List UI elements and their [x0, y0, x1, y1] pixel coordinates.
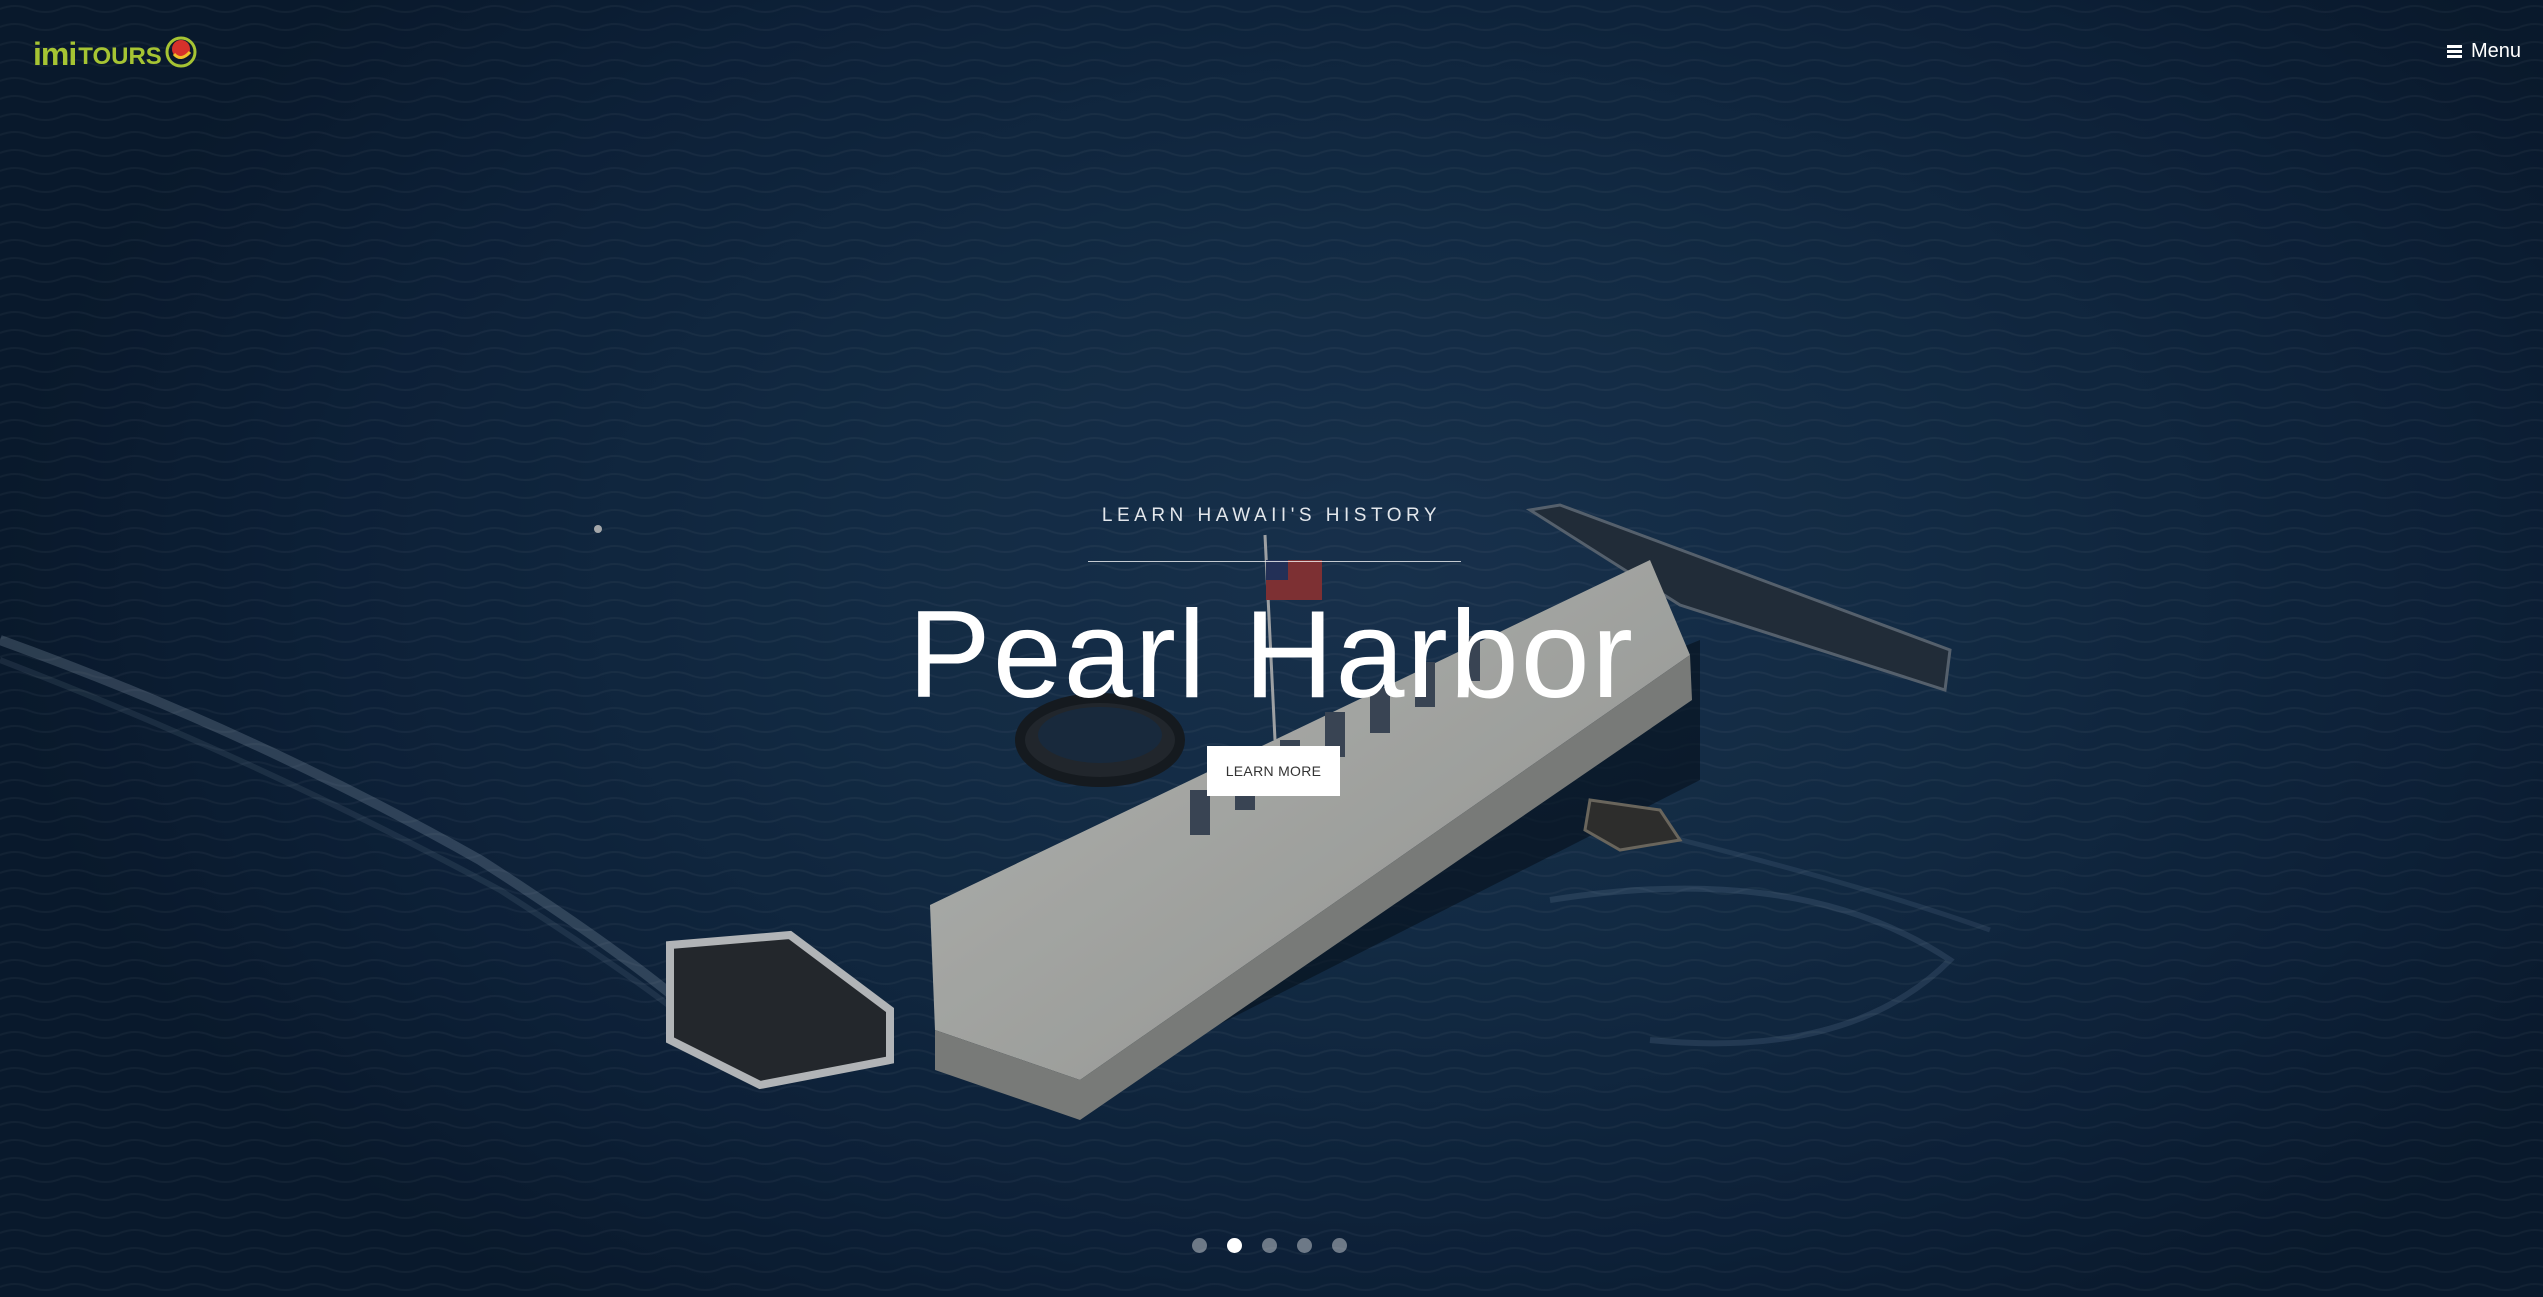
- hero-section: imi TOURS Menu LEARN HAWAII'S HISTORY Pe…: [0, 0, 2543, 1297]
- logo-tours-text: TOURS: [78, 43, 162, 70]
- hibiscus-logo-icon: [165, 36, 197, 68]
- carousel-dot-1[interactable]: [1192, 1238, 1207, 1253]
- menu-button[interactable]: Menu: [2446, 40, 2521, 63]
- hamburger-icon: [2446, 45, 2462, 58]
- imitours-logo[interactable]: imi TOURS: [33, 28, 198, 70]
- carousel-dot-5[interactable]: [1332, 1238, 1347, 1253]
- hero-kicker: LEARN HAWAII'S HISTORY: [1101, 505, 1442, 526]
- carousel-dot-2[interactable]: [1227, 1238, 1242, 1253]
- carousel-dots: [1192, 1238, 1347, 1253]
- learn-more-button[interactable]: LEARN MORE: [1207, 746, 1340, 796]
- logo-imi-text: imi: [33, 36, 77, 72]
- hero-title: Pearl Harbor: [908, 586, 1635, 724]
- hero-divider: [1088, 561, 1461, 562]
- carousel-dot-4[interactable]: [1297, 1238, 1312, 1253]
- carousel-dot-3[interactable]: [1262, 1238, 1277, 1253]
- menu-label: Menu: [2470, 40, 2521, 62]
